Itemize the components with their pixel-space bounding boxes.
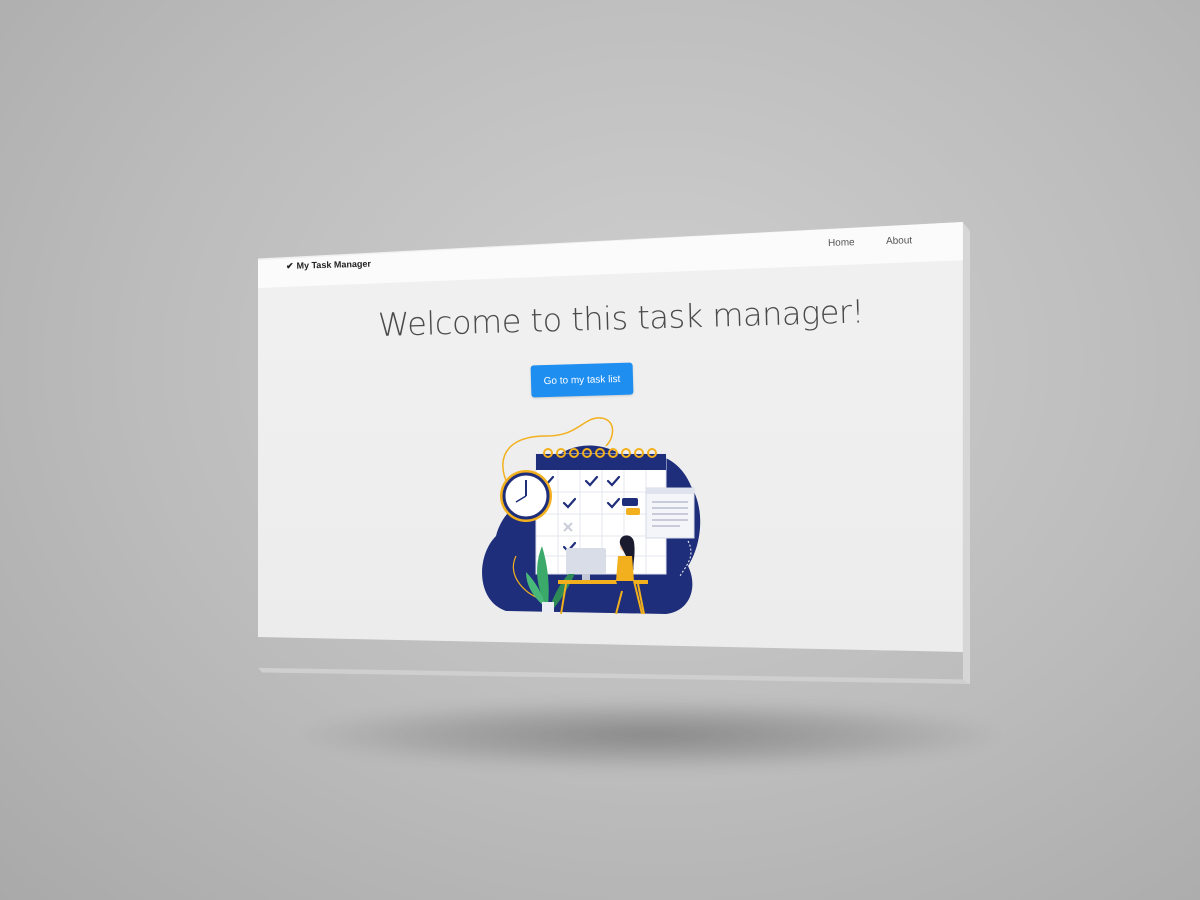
chat-bubble [622,498,638,506]
monitor [566,548,606,574]
task-calendar-illustration [482,417,701,615]
browser-panel: ✔ My Task Manager Home About Welcome to t… [258,222,970,684]
panel-shadow [300,700,1000,770]
browser-window-card [645,487,695,539]
mockup-scene: ✔ My Task Manager Home About Welcome to t… [0,0,1200,900]
plant-pot [542,602,554,612]
person-body [616,556,634,581]
nav-link-home[interactable]: Home [828,237,855,249]
checkmark-icon: ✔ [285,260,294,271]
go-to-task-list-button[interactable]: Go to my task list [530,362,634,398]
nav-link-about[interactable]: About [886,235,912,247]
brand-label: My Task Manager [296,258,372,271]
